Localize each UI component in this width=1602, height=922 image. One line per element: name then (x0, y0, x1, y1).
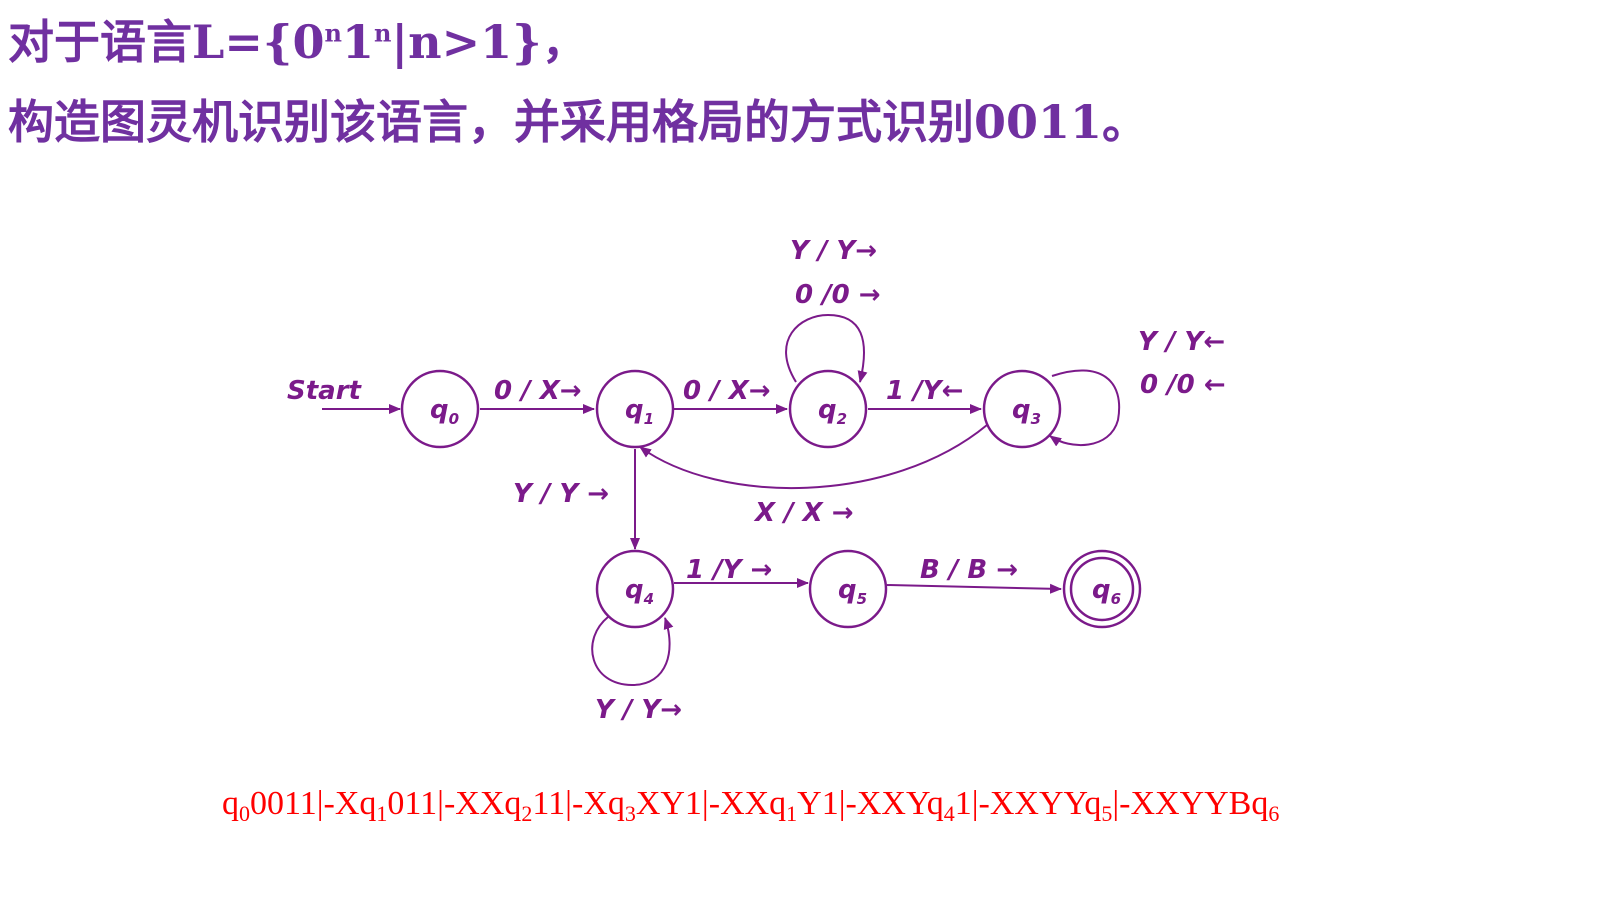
answer-subscript: 3 (624, 801, 636, 826)
answer-subscript: 2 (521, 801, 533, 826)
answer-subscript: 6 (1268, 801, 1280, 826)
transition-label: 1 /Y → (686, 555, 772, 585)
answer-text: XY1|-XXq (635, 785, 787, 822)
answer-text: |-XXYYBq (1112, 785, 1269, 822)
start-label: Start (287, 376, 363, 406)
transition-label: B / B → (920, 555, 1018, 585)
state-q1: q1 (595, 369, 675, 449)
answer-text: 11|-Xq (532, 785, 625, 822)
state-q3: q3 (982, 369, 1062, 449)
answer-subscript: 4 (943, 801, 955, 826)
transition-edge-q5-q6 (886, 583, 1062, 594)
state-q0: q0 (400, 369, 480, 449)
transition-label: 0 /0 → (795, 280, 881, 310)
answer-text: Y1|-XXYq (797, 785, 944, 822)
transition-label: X / X → (753, 498, 854, 528)
state-q2: q2 (788, 369, 868, 449)
state-q4: q4 (595, 549, 675, 629)
configuration-sequence: q00011|-Xq1011|-XXq211|-Xq3XY1|-XXq1Y1|-… (222, 782, 1562, 836)
transition-label: Y / Y→ (595, 695, 682, 725)
transition-label: Y / Y→ (790, 236, 877, 266)
state-q6: q6 (1062, 549, 1142, 629)
answer-subscript: 5 (1101, 801, 1113, 826)
answer-subscript: 1 (786, 801, 798, 826)
answer-text: q (222, 785, 239, 822)
answer-text: 011|-XXq (387, 785, 522, 822)
transition-label: 0 / X→ (683, 376, 771, 406)
transition-label: 0 / X→ (494, 376, 582, 406)
answer-subscript: 1 (376, 801, 388, 826)
transition-label: 0 /0 ← (1140, 370, 1226, 400)
answer-text: 0011|-Xq (250, 785, 377, 822)
transition-label: 1 /Y← (886, 376, 963, 406)
answer-subscript: 0 (239, 801, 250, 826)
transition-label: Y / Y → (513, 479, 609, 509)
answer-text: 1|-XXYYq (954, 785, 1102, 822)
transition-label: Y / Y← (1138, 327, 1225, 357)
state-q5: q5 (808, 549, 888, 629)
